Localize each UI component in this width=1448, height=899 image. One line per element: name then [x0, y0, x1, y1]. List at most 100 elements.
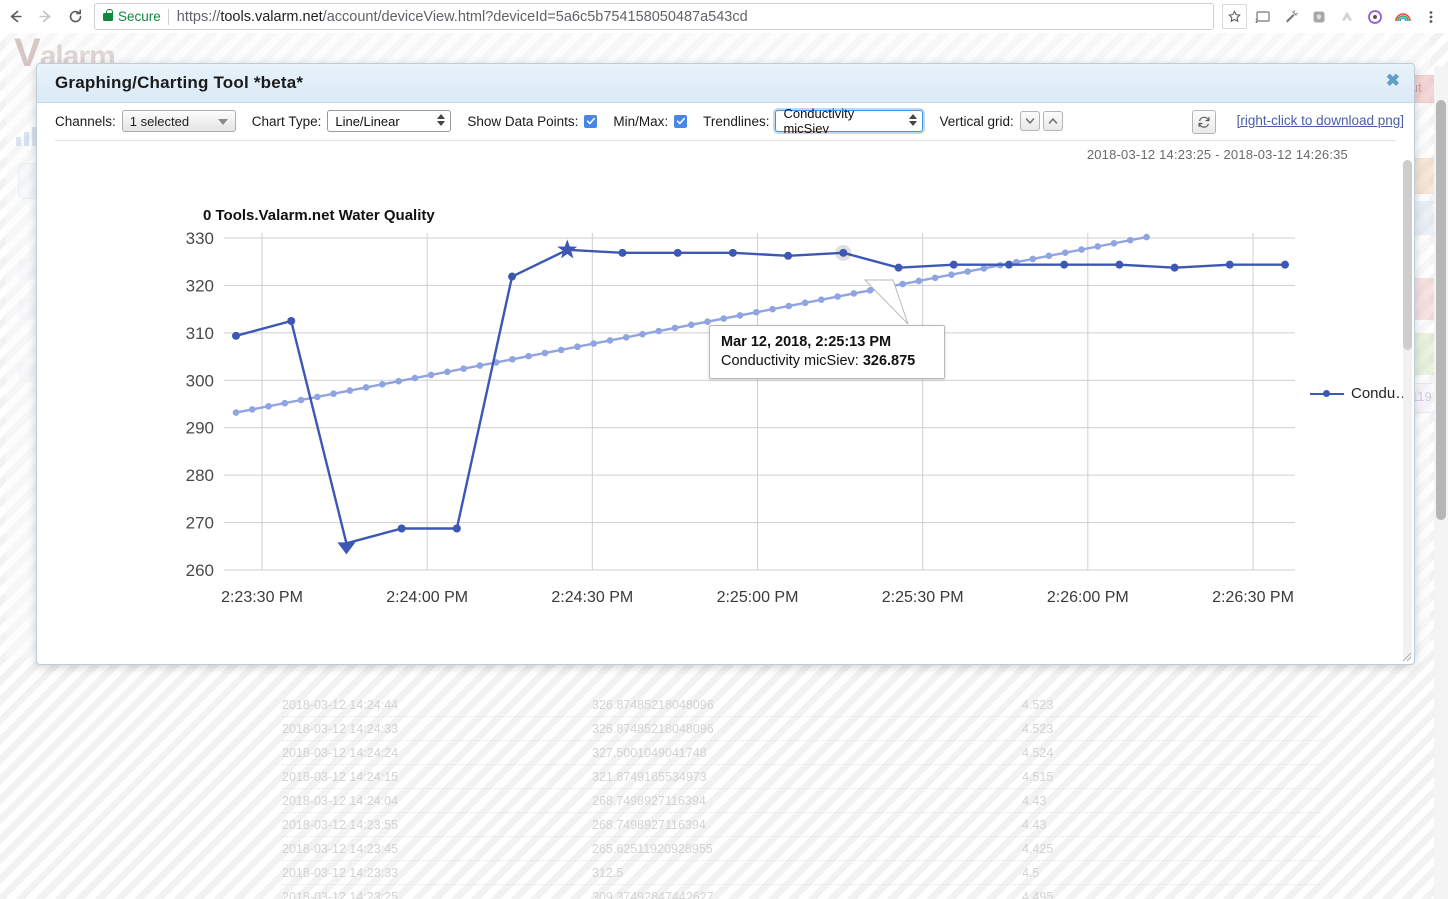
data-point[interactable]	[1225, 260, 1234, 269]
data-point[interactable]	[508, 272, 517, 281]
data-point[interactable]	[673, 248, 682, 257]
table-row: 2018-03-12 14:24:24 327.5001049041748 4.52…	[282, 741, 1322, 765]
trendline-point	[655, 327, 663, 335]
cell-value: 265.62511920928955	[592, 841, 713, 856]
y-axis-tick-label: 280	[186, 466, 214, 485]
trendline-point	[590, 340, 598, 347]
download-png-link[interactable]: [right-click to download png]	[1237, 113, 1404, 128]
cell-time: 2018-03-12 14:24:15	[282, 769, 399, 784]
data-point[interactable]	[397, 524, 406, 533]
trendline-point	[346, 387, 354, 394]
chart-legend[interactable]: Condu…	[1310, 385, 1410, 402]
dialog-scrollbar[interactable]	[1403, 160, 1412, 660]
data-point[interactable]	[1170, 263, 1179, 272]
extension-icon[interactable]	[1278, 4, 1303, 29]
trendline-point	[818, 296, 825, 304]
trendline-point	[753, 308, 760, 316]
data-point[interactable]	[287, 317, 296, 325]
data-point[interactable]	[784, 251, 793, 260]
cell-time: 2018-03-12 14:24:24	[282, 745, 399, 760]
cast-icon[interactable]	[1250, 4, 1275, 29]
cell-value: 268.7498927116394	[592, 793, 706, 808]
chevron-down-icon	[217, 119, 228, 125]
max-marker[interactable]	[557, 239, 578, 259]
trendline-point	[281, 399, 289, 407]
data-point[interactable]	[949, 260, 958, 269]
lock-icon	[103, 8, 113, 21]
x-axis-tick-label: 2:25:00 PM	[717, 589, 799, 606]
data-point[interactable]	[232, 331, 240, 340]
dialog-scrollbar-thumb[interactable]	[1403, 160, 1412, 350]
cell-volts: 4.515	[1022, 769, 1054, 784]
x-axis-tick-label: 2:26:30 PM	[1212, 589, 1294, 606]
chart-plot[interactable]: 260 270 280 290 300 310 320 330 2:23:30 PM 2:24:0…	[55, 141, 1396, 649]
table-row: 2018-03-12 14:24:04 268.7498927116394 4.43	[282, 789, 1322, 813]
cell-time: 2018-03-12 14:24:04	[282, 793, 399, 808]
x-axis-tick-label: 2:24:30 PM	[551, 589, 633, 606]
channels-select[interactable]: 1 selected	[121, 110, 236, 132]
trendline-point	[1143, 233, 1150, 241]
data-point[interactable]	[618, 248, 627, 257]
trendline-point	[460, 365, 467, 372]
trendline-point	[736, 312, 744, 319]
browser-actions	[1222, 4, 1448, 29]
data-point[interactable]	[1281, 260, 1289, 269]
data-point[interactable]	[894, 263, 903, 272]
trendline	[232, 233, 1150, 416]
channels-value: 1 selected	[129, 113, 190, 129]
close-icon[interactable]: ✖	[1386, 72, 1400, 89]
chart-toolbar: Channels: 1 selected Chart Type: Line/Li…	[37, 103, 1414, 139]
show-data-points-checkbox[interactable]	[584, 114, 598, 128]
vertical-grid-decrease-button[interactable]	[1019, 111, 1040, 131]
data-point[interactable]	[452, 524, 461, 533]
trendline-point	[476, 362, 484, 369]
minmax-checkbox[interactable]	[674, 114, 688, 128]
circle-icon[interactable]	[1362, 4, 1387, 29]
data-point[interactable]	[1115, 260, 1124, 269]
trendline-point	[687, 321, 695, 329]
resize-handle-icon[interactable]	[1400, 650, 1412, 662]
refresh-icon[interactable]	[1192, 110, 1216, 134]
vertical-grid-increase-button[interactable]	[1042, 111, 1063, 131]
data-point[interactable]	[1060, 260, 1069, 269]
drive-icon[interactable]	[1334, 4, 1359, 29]
security-label: Secure	[118, 9, 161, 24]
page-scrollbar[interactable]	[1434, 66, 1448, 899]
y-axis-tick-label: 320	[186, 276, 214, 295]
highlighted-point[interactable]	[839, 248, 848, 257]
background-data-table: 2018-03-12 14:24:44 326.87485218048096 4.5…	[282, 693, 1322, 899]
cell-volts: 4.524	[1022, 745, 1054, 760]
trendline-point	[1094, 243, 1102, 250]
trendlines-select[interactable]: Conductivity micSiev	[775, 106, 924, 136]
chart-type-select[interactable]: Line/Linear	[327, 110, 452, 132]
series-line[interactable]	[235, 248, 1285, 545]
data-point[interactable]	[728, 248, 737, 257]
cell-value: 327.5001049041748	[592, 745, 707, 760]
bookmark-star-icon[interactable]	[1222, 4, 1247, 29]
cell-time: 2018-03-12 14:23:55	[282, 817, 399, 832]
min-marker[interactable]	[337, 542, 356, 555]
trendline-point	[606, 337, 614, 344]
shield-icon[interactable]	[1306, 4, 1331, 29]
y-axis-tick-label: 300	[186, 371, 214, 390]
chart-type-value: Line/Linear	[335, 113, 400, 129]
address-bar[interactable]: Secure https://tools.valarm.net/account/…	[94, 3, 1214, 30]
graphing-dialog: Graphing/Charting Tool *beta* ✖ Channels…	[36, 63, 1415, 665]
trendline-point	[427, 371, 435, 379]
dialog-header: Graphing/Charting Tool *beta* ✖	[37, 64, 1414, 103]
y-axis-tick-label: 310	[186, 324, 214, 343]
page-scrollbar-thumb[interactable]	[1436, 100, 1446, 520]
trendlines-label: Trendlines:	[703, 113, 770, 129]
trendline-point	[980, 265, 988, 272]
legend-label: Condu…	[1351, 385, 1411, 402]
select-spinner-icon	[437, 114, 446, 126]
reload-icon[interactable]	[60, 2, 90, 32]
back-icon[interactable]	[0, 2, 30, 32]
trendlines-value: Conductivity micSiev	[783, 106, 855, 136]
rainbow-icon[interactable]	[1390, 4, 1415, 29]
table-row: 2018-03-12 14:23:33 312.5 4.5	[282, 861, 1322, 885]
trendline-point	[362, 384, 370, 391]
data-point[interactable]	[1004, 260, 1013, 269]
menu-dots-icon[interactable]	[1418, 4, 1443, 29]
trendline-point	[1078, 246, 1085, 253]
